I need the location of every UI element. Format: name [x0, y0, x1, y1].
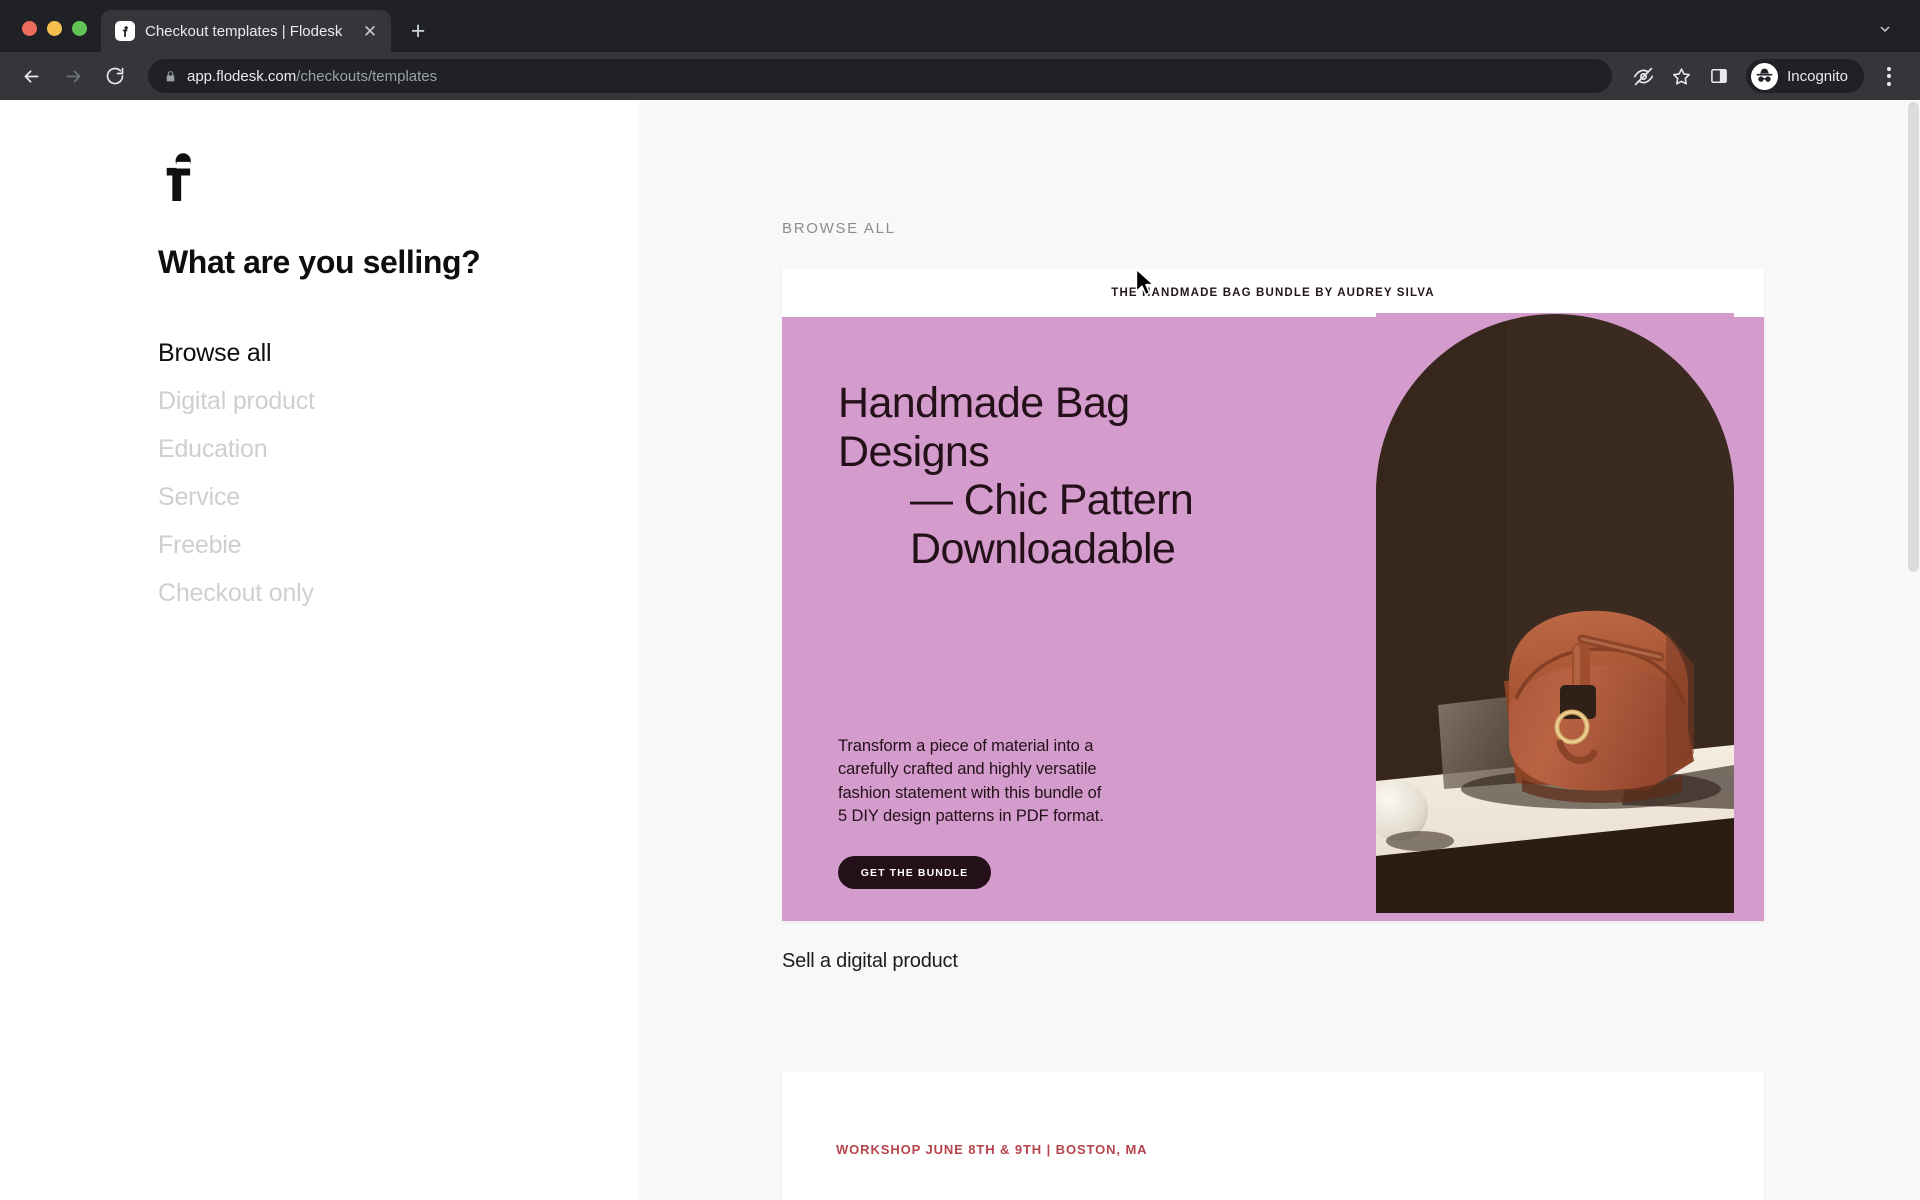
side-panel-icon[interactable] — [1702, 59, 1736, 93]
incognito-label: Incognito — [1787, 67, 1848, 85]
flodesk-logo-icon — [115, 21, 135, 41]
reload-icon[interactable] — [96, 57, 134, 95]
template-announcement-text: WORKSHOP JUNE 8TH & 9TH | BOSTON, MA — [836, 1142, 1148, 1157]
headline-line-4: Downloadable — [910, 524, 1176, 573]
flodesk-templates-page: What are you selling? Browse all Digital… — [0, 100, 1920, 1200]
headline-line-1: Handmade Bag — [838, 379, 1130, 427]
get-the-bundle-button[interactable]: GET THE BUNDLE — [838, 856, 991, 889]
template-hero-content: Handmade Bag Designs — Chic Pattern Down… — [782, 317, 1350, 921]
incognito-indicator[interactable]: Incognito — [1746, 59, 1864, 93]
sidebar-item-freebie[interactable]: Freebie — [158, 521, 639, 569]
sidebar-item-digital-product[interactable]: Digital product — [158, 377, 639, 425]
forward-arrow-icon — [54, 57, 92, 95]
browser-tab[interactable]: Checkout templates | Flodesk ✕ — [101, 10, 391, 52]
templates-panel: BROWSE ALL THE HANDMADE BAG BUNDLE BY AU… — [639, 100, 1920, 1200]
flodesk-f-logo-icon[interactable] — [158, 152, 200, 202]
address-bar-url: app.flodesk.com/checkouts/templates — [187, 68, 437, 85]
kebab-menu-icon[interactable] — [1872, 59, 1906, 93]
url-host: app.flodesk.com — [187, 67, 297, 85]
tab-title: Checkout templates | Flodesk — [145, 22, 343, 40]
page-scrollbar[interactable] — [1906, 100, 1920, 1200]
address-bar[interactable]: app.flodesk.com/checkouts/templates — [148, 59, 1613, 93]
section-label: BROWSE ALL — [782, 220, 896, 237]
star-icon[interactable] — [1664, 59, 1698, 93]
incognito-hat-glasses-icon — [1751, 62, 1779, 90]
template-announcement-text: THE HANDMADE BAG BUNDLE BY AUDREY SILVA — [1111, 287, 1435, 299]
template-hero: Handmade Bag Designs — Chic Pattern Down… — [782, 313, 1764, 921]
window-controls — [16, 21, 101, 52]
template-announcement-bar: THE HANDMADE BAG BUNDLE BY AUDREY SILVA — [782, 269, 1764, 317]
headline-line-2: Designs — [838, 427, 990, 476]
sidebar-item-checkout-only[interactable]: Checkout only — [158, 569, 639, 617]
url-path: /checkouts/templates — [296, 67, 438, 85]
headline-line-3: — Chic Pattern — [910, 476, 1194, 525]
scrollbar-thumb[interactable] — [1908, 102, 1919, 572]
template-caption: Sell a digital product — [782, 950, 958, 972]
template-hero-image-area — [1350, 313, 1764, 921]
minimize-window-button[interactable] — [47, 21, 62, 36]
new-tab-button[interactable]: + — [401, 14, 435, 48]
product-photo — [1376, 313, 1734, 913]
browser-toolbar: app.flodesk.com/checkouts/templates Inco… — [0, 52, 1920, 100]
eye-slash-icon[interactable] — [1626, 59, 1660, 93]
sidebar-item-service[interactable]: Service — [158, 473, 639, 521]
template-headline: Handmade Bag Designs — Chic Pattern Down… — [838, 379, 1350, 573]
maximize-window-button[interactable] — [72, 21, 87, 36]
back-arrow-icon[interactable] — [12, 57, 50, 95]
sidebar-item-education[interactable]: Education — [158, 425, 639, 473]
left-sidebar: What are you selling? Browse all Digital… — [0, 100, 639, 1200]
close-icon[interactable]: ✕ — [359, 20, 381, 42]
chevron-down-icon[interactable] — [1868, 12, 1902, 46]
close-window-button[interactable] — [22, 21, 37, 36]
template-body-text: Transform a piece of material into a car… — [838, 736, 1104, 826]
tab-strip: Checkout templates | Flodesk ✕ + — [0, 0, 1920, 52]
page-title: What are you selling? — [158, 244, 481, 280]
page-viewport: What are you selling? Browse all Digital… — [0, 100, 1920, 1200]
category-nav: Browse all Digital product Education Ser… — [158, 329, 639, 617]
browser-window: Checkout templates | Flodesk ✕ + app.flo… — [0, 0, 1920, 1200]
mouse-cursor — [1135, 268, 1157, 298]
template-card[interactable]: THE HANDMADE BAG BUNDLE BY AUDREY SILVA … — [782, 269, 1764, 921]
lock-icon — [164, 70, 177, 83]
template-card[interactable]: WORKSHOP JUNE 8TH & 9TH | BOSTON, MA — [782, 1072, 1764, 1200]
sidebar-item-browse-all[interactable]: Browse all — [158, 329, 639, 377]
